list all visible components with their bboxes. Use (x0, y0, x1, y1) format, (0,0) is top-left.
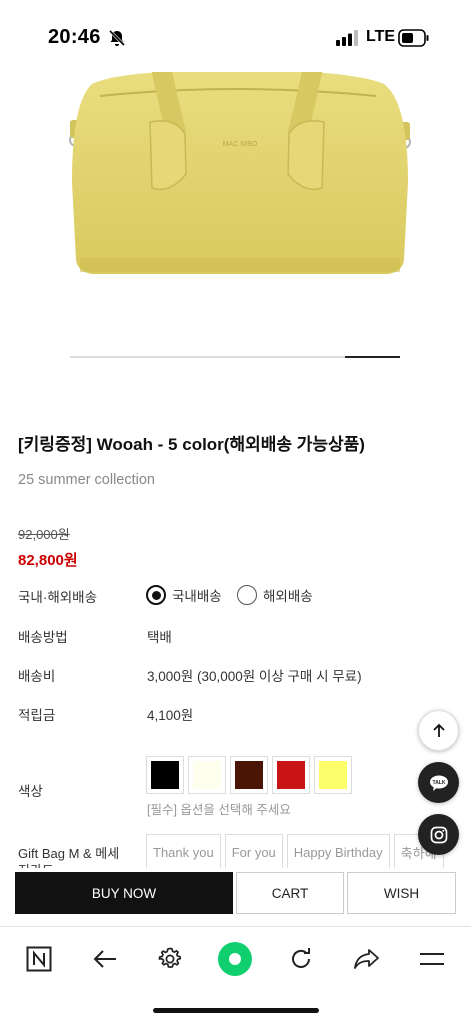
talk-text: TALK (432, 780, 445, 786)
menu-button[interactable] (414, 941, 450, 977)
buy-now-button[interactable]: BUY NOW (15, 872, 233, 914)
bell-muted-icon (108, 29, 126, 47)
signal-icon (336, 30, 358, 46)
share-button[interactable] (349, 941, 385, 977)
color-swatch-red[interactable] (272, 756, 310, 794)
original-price: 92,000원 (18, 527, 70, 542)
wish-button[interactable]: WISH (347, 872, 456, 914)
color-swatches (146, 756, 352, 794)
radio-selected-icon (146, 585, 166, 605)
color-swatch-yellow[interactable] (314, 756, 352, 794)
back-button[interactable] (87, 941, 123, 977)
radio-domestic[interactable]: 국내배송 (146, 585, 222, 605)
domestic-label: 국내배송 (172, 589, 222, 604)
radio-unselected-icon (237, 585, 257, 605)
scroll-top-button[interactable] (418, 710, 459, 751)
gift-option[interactable]: Thank you (146, 834, 221, 870)
cart-button[interactable]: CART (236, 872, 344, 914)
color-swatch-ivory[interactable] (188, 756, 226, 794)
brand-mark: MAC NIBO (223, 141, 258, 148)
arrow-up-icon (432, 723, 445, 737)
image-slider-indicator (345, 356, 400, 358)
product-image[interactable]: MAC NIBO (0, 62, 471, 342)
color-swatch-black[interactable] (146, 756, 184, 794)
arrow-left-icon (93, 950, 116, 968)
gear-icon (158, 947, 182, 968)
points-label: 적립금 (18, 708, 56, 723)
radio-overseas[interactable]: 해외배송 (237, 585, 313, 605)
battery-icon (398, 29, 429, 47)
share-arrow-icon (354, 949, 379, 969)
hamburger-menu-icon (420, 953, 444, 965)
overseas-label: 해외배송 (263, 589, 313, 604)
gift-options: Thank you For you Happy Birthday 축하해 (146, 834, 444, 870)
shipping-region-label: 국내·해외배송 (18, 590, 98, 605)
product-subtitle: 25 summer collection (18, 472, 155, 488)
status-time: 20:46 (48, 26, 101, 48)
instagram-button[interactable] (418, 814, 459, 855)
shipping-fee-value: 3,000원 (30,000원 이상 구매 시 무료) (147, 669, 362, 684)
color-label: 색상 (18, 784, 43, 799)
network-type: LTE (366, 28, 396, 45)
product-title: [키링증정] Wooah - 5 color(해외배송 가능상품) (18, 435, 365, 454)
shipping-method-value: 택배 (147, 630, 172, 645)
kakao-talk-button[interactable]: TALK (418, 762, 459, 803)
purchase-bar: BUY NOW CART WISH (0, 868, 471, 926)
shipping-method-label: 배송방법 (18, 630, 68, 645)
refresh-button[interactable] (283, 941, 319, 977)
gift-option[interactable]: For you (224, 834, 283, 870)
settings-button[interactable] (152, 941, 188, 977)
green-dot-icon (218, 942, 252, 976)
naver-home-button[interactable] (21, 941, 57, 977)
shipping-fee-label: 배송비 (18, 669, 56, 684)
sale-price: 82,800원 (18, 552, 78, 569)
green-dot-button[interactable] (217, 941, 253, 977)
refresh-icon (292, 948, 310, 968)
gift-option[interactable]: Happy Birthday (286, 834, 390, 870)
points-value: 4,100원 (147, 708, 194, 723)
product-page: 20:46 LTE MAC NIBO [키링증정] Wooah - 5 colo… (0, 0, 471, 1024)
instagram-icon (430, 826, 447, 843)
status-bar: 20:46 LTE (0, 0, 471, 72)
color-swatch-brown[interactable] (230, 756, 268, 794)
color-option-hint: [필수] 옵션을 선택해 주세요 (147, 803, 291, 817)
talk-bubble-icon: TALK (429, 775, 448, 791)
home-indicator (153, 1008, 319, 1013)
naver-n-icon (26, 946, 52, 972)
